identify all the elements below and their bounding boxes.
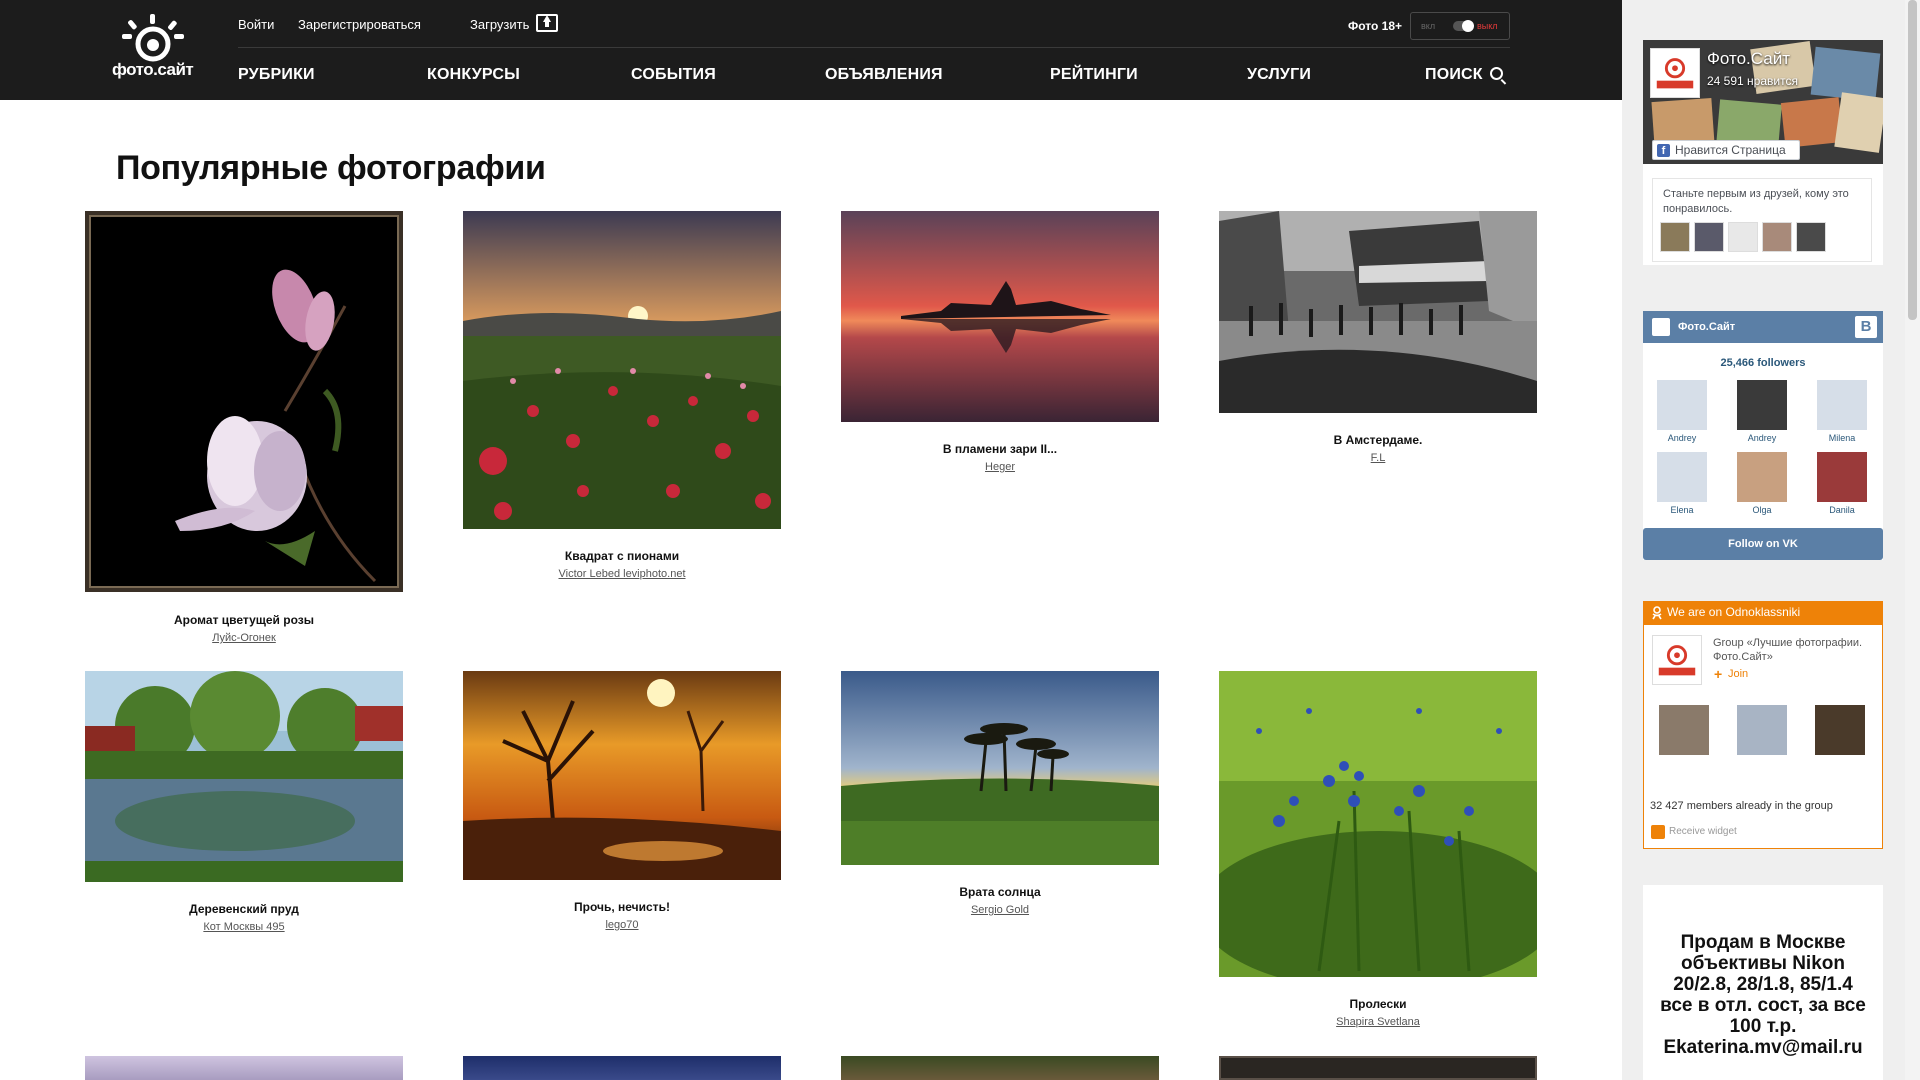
adult-toggle[interactable]: вкл выкл xyxy=(1410,12,1510,40)
vk-member-name[interactable]: Elena xyxy=(1652,505,1712,515)
odnoklassniki-join-label: Join xyxy=(1728,668,1749,680)
vk-member-name[interactable]: Andrey xyxy=(1652,433,1712,443)
friend-avatar[interactable] xyxy=(1796,222,1826,252)
photo-title[interactable]: Аромат цветущей розы xyxy=(85,613,403,627)
vk-logo-icon[interactable]: В xyxy=(1855,316,1877,338)
adult-photos-label: Фото 18+ xyxy=(1348,19,1403,33)
upload-icon[interactable] xyxy=(536,14,558,32)
photo-title[interactable]: В пламени зари II... xyxy=(841,442,1159,456)
photo-author[interactable]: lego70 xyxy=(463,919,781,931)
logo-text[interactable]: фото.сайт xyxy=(112,60,194,80)
nav-services[interactable]: УСЛУГИ xyxy=(1247,66,1311,84)
scrollbar-thumb[interactable] xyxy=(1908,0,1917,320)
toggle-off-label: выкл xyxy=(1477,21,1498,31)
nav-ads[interactable]: ОБЪЯВЛЕНИЯ xyxy=(825,66,943,84)
vk-member-name[interactable]: Milena xyxy=(1812,433,1872,443)
photo-author[interactable]: F.L xyxy=(1219,452,1537,464)
vk-member-avatar[interactable] xyxy=(1817,452,1867,502)
photo-thumbnail[interactable] xyxy=(85,211,403,592)
photo-thumbnail[interactable] xyxy=(841,671,1159,865)
friend-avatar[interactable] xyxy=(1660,222,1690,252)
odnoklassniki-group-name[interactable]: Group «Лучшие фотографии. Фото.Сайт» xyxy=(1713,636,1873,664)
photo-title[interactable]: Прочь, нечисть! xyxy=(463,900,781,914)
vk-member-name[interactable]: Olga xyxy=(1732,505,1792,515)
nav-contests[interactable]: КОНКУРСЫ xyxy=(427,66,520,84)
photo-thumbnail[interactable] xyxy=(85,1056,403,1080)
photo-author[interactable]: Shapira Svetlana xyxy=(1219,1016,1537,1028)
photo-author[interactable]: Victor Lebed leviphoto.net xyxy=(463,568,781,580)
odnoklassniki-member-photo[interactable] xyxy=(1659,705,1709,755)
facebook-friends-text: Станьте первым из друзей, кому это понра… xyxy=(1663,188,1849,215)
odnoklassniki-header[interactable]: We are on Odnoklassniki xyxy=(1643,601,1883,625)
photo-author[interactable]: Луйс-Огонек xyxy=(85,632,403,644)
login-link[interactable]: Войти xyxy=(238,17,274,32)
facebook-like-button[interactable]: Нравится Страница xyxy=(1652,140,1800,160)
photo-title[interactable]: Квадрат с пионами xyxy=(463,549,781,563)
vk-follow-button[interactable]: Follow on VK xyxy=(1643,528,1883,560)
odnoklassniki-icon xyxy=(1652,606,1662,620)
classified-ad-text[interactable]: Продам в Москве объективы Nikon 20/2.8, … xyxy=(1658,932,1868,1058)
facebook-page-name[interactable]: Фото.Сайт xyxy=(1707,49,1790,69)
vk-followers-count[interactable]: 25,466 followers xyxy=(1643,357,1883,369)
friend-avatar[interactable] xyxy=(1728,222,1758,252)
facebook-page-logo[interactable] xyxy=(1650,48,1700,98)
photo-title[interactable]: В Амстердаме. xyxy=(1219,433,1537,447)
photo-thumbnail[interactable] xyxy=(841,211,1159,422)
vk-member-avatar[interactable] xyxy=(1657,380,1707,430)
odnoklassniki-member-photo[interactable] xyxy=(1815,705,1865,755)
photo-thumbnail[interactable] xyxy=(1219,671,1537,977)
photo-author[interactable]: Heger xyxy=(841,461,1159,473)
vk-member-name[interactable]: Danila xyxy=(1812,505,1872,515)
page-title: Популярные фотографии xyxy=(116,149,546,187)
vk-member-avatar[interactable] xyxy=(1817,380,1867,430)
odnoklassniki-receive-widget-link[interactable]: Receive widget xyxy=(1651,825,1737,839)
photo-thumbnail[interactable] xyxy=(841,1056,1159,1080)
photo-thumbnail[interactable] xyxy=(85,671,403,882)
photo-author[interactable]: Sergio Gold xyxy=(841,904,1159,916)
register-link[interactable]: Зарегистрироваться xyxy=(298,17,421,32)
odnoklassniki-members-count: 32 427 members already in the group xyxy=(1650,800,1833,812)
photo-thumbnail[interactable] xyxy=(1219,211,1537,413)
header-top-bar: Войти Зарегистрироваться Загрузить Фото … xyxy=(238,0,1510,48)
vk-member-avatar[interactable] xyxy=(1657,452,1707,502)
toggle-knob[interactable] xyxy=(1453,20,1474,32)
photo-thumbnail[interactable] xyxy=(1219,1056,1537,1080)
nav-events[interactable]: СОБЫТИЯ xyxy=(631,66,716,84)
friend-avatar[interactable] xyxy=(1694,222,1724,252)
photo-title[interactable]: Деревенский пруд xyxy=(85,902,403,916)
toggle-on-label: вкл xyxy=(1421,21,1436,31)
photo-title[interactable]: Пролески xyxy=(1219,997,1537,1011)
vk-page-logo[interactable] xyxy=(1652,318,1670,336)
photo-thumbnail[interactable] xyxy=(463,1056,781,1080)
photo-title[interactable]: Врата солнца xyxy=(841,885,1159,899)
upload-link[interactable]: Загрузить xyxy=(470,17,529,32)
vk-page-name[interactable]: Фото.Сайт xyxy=(1678,321,1735,333)
nav-ratings[interactable]: РЕЙТИНГИ xyxy=(1050,66,1138,84)
odnoklassniki-group-logo[interactable] xyxy=(1652,635,1702,685)
photo-thumbnail[interactable] xyxy=(463,211,781,529)
nav-rubrics[interactable]: РУБРИКИ xyxy=(238,66,315,84)
vk-member-avatar[interactable] xyxy=(1737,380,1787,430)
odnoklassniki-member-photo[interactable] xyxy=(1737,705,1787,755)
photo-author[interactable]: Кот Москвы 495 xyxy=(85,921,403,933)
friend-avatar[interactable] xyxy=(1762,222,1792,252)
facebook-likes-count: 24 591 нравится xyxy=(1707,74,1798,88)
vk-member-avatar[interactable] xyxy=(1737,452,1787,502)
photo-thumbnail[interactable] xyxy=(463,671,781,880)
search-icon[interactable] xyxy=(1490,67,1503,80)
top-header: фото.сайт Войти Зарегистрироваться Загру… xyxy=(0,0,1622,100)
odnoklassniki-join-button[interactable]: Join xyxy=(1714,666,1749,682)
vk-member-name[interactable]: Andrey xyxy=(1732,433,1792,443)
nav-search[interactable]: ПОИСК xyxy=(1425,66,1483,84)
